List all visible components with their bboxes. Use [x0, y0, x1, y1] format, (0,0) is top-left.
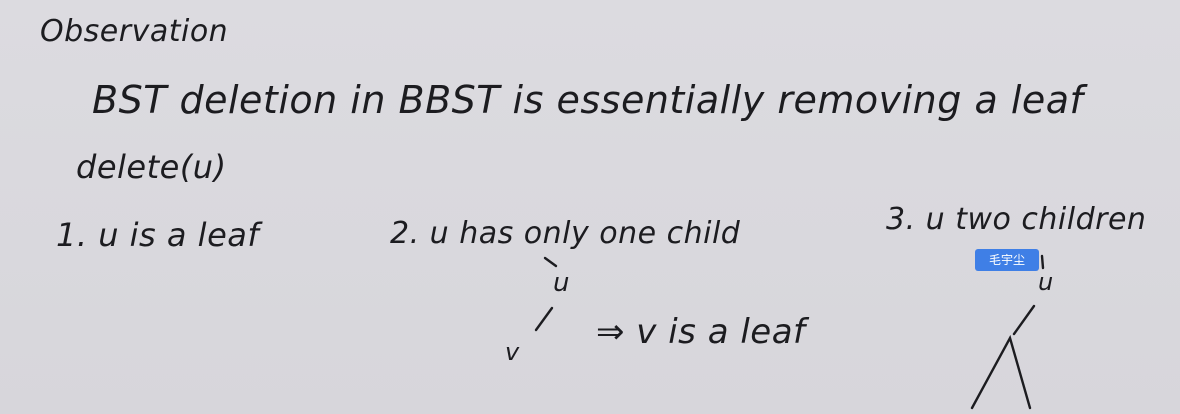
case-3-subtree-stroke	[970, 334, 1032, 410]
case-3-edge-stroke	[1012, 304, 1036, 336]
whiteboard: Observation BST deletion in BBST is esse…	[0, 0, 1180, 414]
case-2-edge-stroke	[534, 306, 554, 332]
case-3-tick-stroke	[1040, 254, 1045, 270]
handwritten-strokes	[534, 254, 1045, 410]
case-2-tick-stroke	[543, 256, 558, 268]
